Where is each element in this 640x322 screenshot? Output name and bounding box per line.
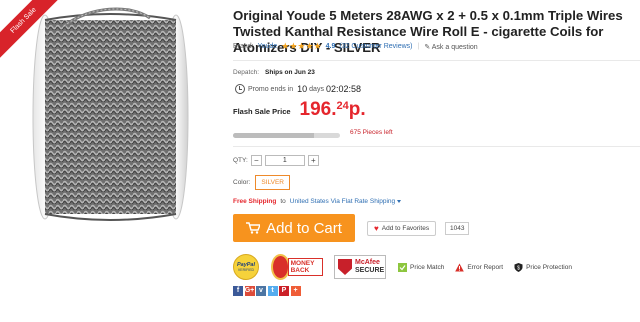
- price-protection-link[interactable]: $ Price Protection: [514, 262, 572, 272]
- shipping-info: Free Shipping to United States Via Flat …: [233, 198, 402, 205]
- promo-time: 02:02:58: [325, 84, 361, 94]
- ask-question-label: Ask a question: [431, 43, 478, 51]
- pencil-icon: ✎: [424, 43, 432, 51]
- price-row: Flash Sale Price 196. 24 p.: [233, 99, 366, 121]
- color-label: Color:: [233, 179, 251, 186]
- price-currency: p.: [348, 99, 366, 120]
- mcafee-shield-icon: [338, 259, 352, 275]
- add-to-favorites-button[interactable]: ♥ Add to Favorites: [367, 221, 437, 236]
- dispatch-info: Depatch: Ships on Jun 23: [233, 69, 315, 76]
- promo-countdown: Promo ends in 10 days 02:02:58: [235, 84, 361, 94]
- color-option-silver[interactable]: SILVER: [255, 175, 290, 190]
- twitter-share-icon[interactable]: t: [267, 286, 278, 296]
- dispatch-value: Ships on Jun 23: [265, 69, 315, 76]
- chevron-down-icon: [397, 200, 402, 203]
- stock-progress-bar: [233, 133, 340, 138]
- price-decimal: 24: [336, 100, 349, 112]
- quantity-increase-button[interactable]: +: [307, 155, 319, 166]
- shipping-to: to: [280, 198, 286, 205]
- star-icon: ★: [281, 41, 290, 51]
- quantity-label: QTY:: [233, 157, 248, 164]
- price-match-label: Price Match: [410, 263, 445, 271]
- star-icon: ★: [313, 41, 322, 51]
- pinterest-share-icon[interactable]: P: [279, 286, 289, 296]
- svg-text:$: $: [517, 265, 520, 271]
- price-protection-label: Price Protection: [526, 263, 572, 271]
- trust-badges: PayPal VERIFIED MONEY BACK McAfee SECURE …: [233, 254, 583, 280]
- add-to-cart-label: Add to Cart: [266, 219, 342, 237]
- warning-icon: [455, 263, 465, 271]
- money-back-label: MONEY BACK: [287, 258, 323, 276]
- promo-days: 10: [297, 84, 308, 94]
- error-report-label: Error Report: [467, 263, 504, 271]
- price-match-link[interactable]: Price Match: [398, 262, 445, 272]
- heart-icon: ♥: [374, 224, 379, 233]
- reviews-link[interactable]: (32 Customer Reviews): [339, 43, 412, 50]
- google-plus-share-icon[interactable]: G+: [244, 286, 255, 296]
- price-label: Flash Sale Price: [233, 107, 291, 116]
- product-meta: Brand: Youde ★ ★ ★ ★ ★ 4.9 (32 Customer …: [233, 42, 478, 51]
- star-icon: ★: [297, 41, 306, 51]
- paypal-sub: VERIFIED: [237, 268, 255, 272]
- dispatch-label: Depatch:: [233, 69, 260, 76]
- separator: |: [417, 43, 420, 50]
- social-share: f G+ v t P +: [233, 286, 302, 296]
- money-back-badge: MONEY BACK: [271, 254, 323, 280]
- add-to-cart-button[interactable]: Add to Cart: [233, 214, 355, 242]
- paypal-verified-badge: PayPal VERIFIED: [233, 254, 259, 280]
- stock-progress-fill: [233, 133, 315, 138]
- shield-dollar-icon: $: [514, 262, 523, 272]
- cart-icon: [246, 222, 261, 234]
- ask-question-link[interactable]: ✎ Ask a question: [424, 43, 477, 51]
- price-integer: 196.: [299, 99, 337, 120]
- quantity-input[interactable]: 1: [264, 155, 305, 166]
- divider: [233, 60, 640, 61]
- more-share-icon[interactable]: +: [290, 286, 301, 296]
- product-image[interactable]: [0, 0, 220, 322]
- mcafee-secure-badge: McAfee SECURE: [334, 255, 386, 279]
- error-report-link[interactable]: Error Report: [455, 263, 503, 272]
- vk-share-icon[interactable]: v: [256, 286, 266, 296]
- quantity-selector: QTY: − 1 +: [233, 155, 319, 166]
- rating-value: 4.9: [325, 43, 336, 50]
- shipping-method-label: United States Via Flat Rate Shipping: [289, 198, 396, 205]
- promo-days-label: days: [309, 85, 324, 93]
- favorites-count: 1043: [445, 222, 470, 235]
- price-match-icon: [398, 262, 407, 272]
- stock-remaining: 675 Pieces left: [350, 129, 393, 136]
- mcafee-secure: SECURE: [355, 267, 385, 274]
- promo-label: Promo ends in: [248, 85, 294, 93]
- star-icon: ★: [305, 41, 314, 51]
- facebook-share-icon[interactable]: f: [233, 286, 243, 296]
- mcafee-brand: McAfee: [355, 259, 380, 266]
- color-selector: Color: SILVER: [233, 175, 290, 190]
- product-image-area: Flash Sale: [0, 0, 220, 322]
- star-rating: ★ ★ ★ ★ ★: [281, 42, 321, 51]
- shipping-method-dropdown[interactable]: United States Via Flat Rate Shipping: [289, 198, 402, 205]
- add-to-favorites-label: Add to Favorites: [381, 225, 430, 232]
- clock-icon: [235, 84, 245, 94]
- star-icon: ★: [289, 41, 298, 51]
- quantity-decrease-button[interactable]: −: [250, 155, 262, 166]
- brand-link[interactable]: Youde: [258, 43, 278, 50]
- brand-label: Brand:: [233, 43, 254, 50]
- free-shipping-label: Free Shipping: [233, 198, 277, 205]
- divider: [233, 146, 640, 147]
- product-info: Original Youde 5 Meters 28AWG x 2 + 0.5 …: [233, 0, 640, 322]
